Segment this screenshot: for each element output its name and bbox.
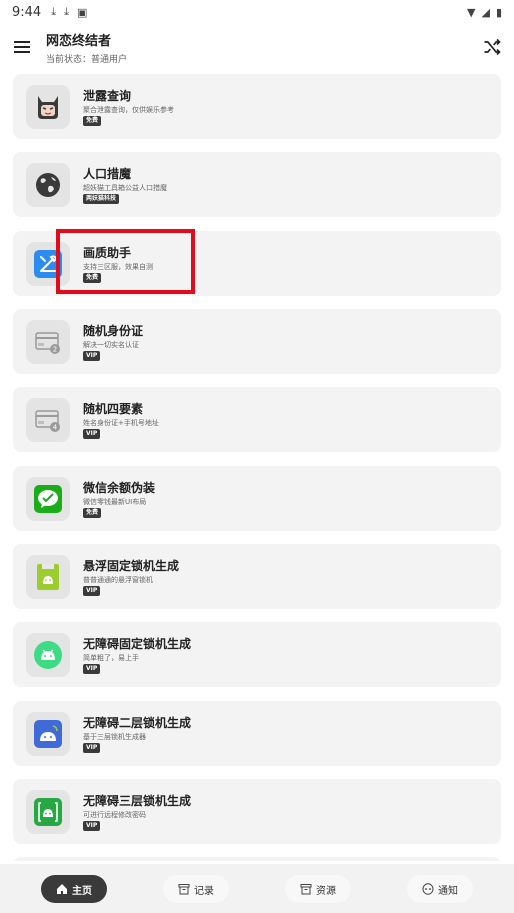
nav-label: 记录 <box>194 885 214 897</box>
feature-badge: 免费 <box>83 116 102 126</box>
nav-label: 资源 <box>316 885 336 897</box>
feature-card[interactable]: 无障碍固定锁机生成 简单粗了，易上手 VIP <box>13 622 501 687</box>
icon-box <box>26 633 70 677</box>
feature-desc: 简单粗了，易上手 <box>83 654 139 662</box>
feature-badge: VIP <box>83 429 101 439</box>
feature-badge: VIP <box>83 351 101 361</box>
feature-title: 无障碍三层锁机生成 <box>83 794 192 808</box>
nav-records[interactable]: 记录 <box>163 875 229 903</box>
feature-title: 人口措魔 <box>83 167 132 181</box>
icon-box <box>26 555 70 599</box>
feature-card[interactable]: 悬浮固定锁机生成 普普通通的悬浮窗锁机 VIP <box>13 544 501 609</box>
feature-title: 随机四要素 <box>83 402 144 416</box>
id-card-icon: 2 <box>35 332 60 354</box>
menu-icon <box>14 46 30 48</box>
feature-badge: 两妖猫科技 <box>83 194 120 204</box>
feature-badge: 免费 <box>83 508 102 518</box>
feature-title: 微信余额伪装 <box>83 481 156 495</box>
archive-icon <box>300 884 312 895</box>
feature-title: 无障碍二层锁机生成 <box>83 716 192 730</box>
highlight-box <box>56 229 195 294</box>
feature-card[interactable]: 无障碍三层锁机生成 可进行远程修改密码 VIP <box>13 779 501 844</box>
icon-box <box>26 790 70 834</box>
svg-text:2: 2 <box>53 346 57 354</box>
shuffle-icon <box>484 38 501 56</box>
feature-desc: 聚合泄露查询，仅供娱乐参考 <box>83 106 174 114</box>
nav-home[interactable]: 主页 <box>41 875 107 903</box>
alien-icon <box>422 883 434 895</box>
menu-button[interactable] <box>0 24 44 70</box>
feature-badge: VIP <box>83 821 101 831</box>
feature-title: 无障碍固定锁机生成 <box>83 637 192 651</box>
status-bar: 9:44 ⤓ ⤓ ▣ ▼ ◢ ▮ <box>0 0 514 24</box>
a-icon: ▣ <box>76 5 88 19</box>
android-blue-icon <box>34 720 62 748</box>
feature-title: 悬浮固定锁机生成 <box>83 559 180 573</box>
wifi-icon: ▼ <box>467 5 476 19</box>
nav-notifications[interactable]: 通知 <box>407 875 473 903</box>
battery-icon: ▮ <box>495 5 502 19</box>
signal-icon: ◢ <box>481 5 490 19</box>
shuffle-button[interactable] <box>470 24 514 70</box>
devil-icon <box>38 96 58 119</box>
feature-desc: 基于三层锁机生成器 <box>83 733 146 741</box>
feature-desc: 解决一切实名认证 <box>83 341 139 349</box>
status-time: 9:44 <box>12 4 42 20</box>
feature-desc: 姓名身份证+手机号地址 <box>83 419 159 427</box>
feature-card[interactable]: 2 随机身份证 解决一切实名认证 VIP <box>13 309 501 374</box>
feature-title: 随机身份证 <box>83 324 144 338</box>
bottom-nav: 主页 记录 资源 通知 <box>0 864 514 913</box>
nav-label: 通知 <box>438 885 458 897</box>
download-icon: ⤓ <box>64 5 69 18</box>
title-area: 网恋终结者 当前状态：普通用户 <box>46 30 127 65</box>
feature-card[interactable]: 微信余额伪装 微信零钱最新UI布局 免费 <box>13 466 501 531</box>
app-title: 网恋终结者 <box>46 33 112 49</box>
feature-desc: 可进行远程修改密码 <box>83 811 146 819</box>
feature-badge: VIP <box>83 743 101 753</box>
feature-card[interactable]: 人口措魔 超妖猫工具箱公益人口措魔 两妖猫科技 <box>13 152 501 217</box>
icon-box <box>26 477 70 521</box>
icon-box <box>26 85 70 129</box>
download-icon: ⤓ <box>51 5 57 18</box>
feature-desc: 微信零钱最新UI布局 <box>83 498 147 506</box>
feature-badge: VIP <box>83 586 101 596</box>
app-subtitle: 当前状态：普通用户 <box>46 54 128 65</box>
android-file-icon <box>37 564 59 590</box>
archive-icon <box>178 884 190 895</box>
feature-card[interactable]: 泄露查询 聚合泄露查询，仅供娱乐参考 免费 <box>13 74 501 139</box>
feature-title: 泄露查询 <box>83 89 132 103</box>
feature-desc: 超妖猫工具箱公益人口措魔 <box>83 184 167 192</box>
svg-text:4: 4 <box>53 424 58 432</box>
nav-label: 主页 <box>72 885 92 897</box>
feature-card[interactable] <box>13 857 501 861</box>
icon-box <box>26 712 70 756</box>
wechat-icon <box>34 485 62 513</box>
globe-icon <box>36 173 60 197</box>
android-box-icon <box>34 798 62 826</box>
nav-resources[interactable]: 资源 <box>285 875 351 903</box>
icon-box: 4 <box>26 398 70 442</box>
id-card-icon: 4 <box>35 410 60 432</box>
feature-card[interactable]: 无障碍二层锁机生成 基于三层锁机生成器 VIP <box>13 701 501 766</box>
feature-desc: 普普通通的悬浮窗锁机 <box>83 576 153 584</box>
android-icon <box>34 641 62 669</box>
app-bar: 网恋终结者 当前状态：普通用户 <box>0 24 514 70</box>
feature-badge: VIP <box>83 664 101 674</box>
icon-box <box>26 163 70 207</box>
feature-card[interactable]: 4 随机四要素 姓名身份证+手机号地址 VIP <box>13 387 501 452</box>
feature-list: 泄露查询 聚合泄露查询，仅供娱乐参考 免费 人口措魔 超妖猫工具箱公益人口措魔 … <box>13 74 501 861</box>
icon-box: 2 <box>26 320 70 364</box>
home-icon <box>57 884 67 894</box>
